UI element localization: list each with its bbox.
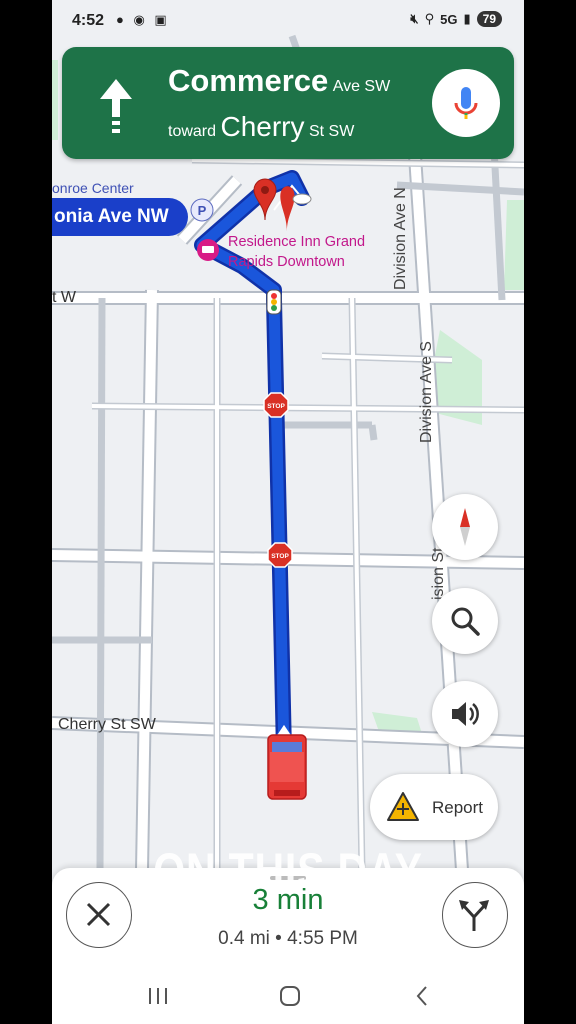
parking-label: P [198, 203, 207, 218]
stop-sign-label: STOP [271, 553, 289, 560]
status-bar: 4:52 ● ◉ ▣ 🔇︎ ⚲ 5G ▮ 79 [52, 0, 524, 44]
hotel-label[interactable]: Residence Inn Grand Rapids Downtown [228, 232, 365, 272]
sound-button[interactable] [432, 681, 498, 747]
search-icon [451, 607, 480, 636]
next-street-name: Commerce [168, 63, 329, 98]
straight-arrow-icon [100, 79, 132, 133]
status-time: 4:52 [72, 12, 105, 29]
notification-icons: ● ◉ ▣ [116, 12, 170, 27]
stop-sign-label: STOP [267, 403, 285, 410]
battery-indicator: 79 [476, 11, 502, 27]
instruction-secondary: toward Cherry St SW [168, 111, 354, 143]
overlay-date: Jul 25, 2025 [244, 916, 332, 933]
microphone-icon [454, 87, 478, 119]
stop-sign-icon: STOP [267, 542, 293, 568]
location-icon: ⚲ [424, 11, 435, 26]
parking-icon[interactable]: P [190, 198, 214, 222]
current-street-pill: onia Ave NW [52, 198, 188, 236]
report-label: Report [432, 798, 484, 817]
division-ave-s-label: Division Ave S [418, 341, 435, 443]
mute-icon: 🔇︎ [410, 11, 419, 26]
toward-street-name: Cherry [220, 111, 305, 142]
cherry-street-label: Cherry St SW [58, 716, 156, 733]
home-icon[interactable] [270, 982, 310, 1010]
compass-icon [460, 508, 470, 546]
report-incident-icon [387, 792, 419, 821]
phone-screen: STOP STOP P onroe Center onia Ave NW Res… [52, 0, 524, 1024]
back-icon[interactable] [402, 982, 442, 1010]
network-label: 5G [440, 11, 458, 27]
search-button[interactable] [432, 588, 498, 654]
stop-sign-icon: STOP [263, 392, 289, 418]
division-ave-n-label: Division Ave N [392, 187, 409, 290]
speaker-icon [452, 702, 479, 726]
overlay-title: ON THIS DAY [153, 843, 423, 899]
system-navigation-bar [52, 968, 524, 1024]
hotel-name-line2: Rapids Downtown [228, 254, 345, 270]
hotel-icon[interactable] [197, 239, 219, 261]
recent-apps-icon[interactable] [138, 982, 178, 1010]
status-right: 🔇︎ ⚲ 5G ▮ 79 [410, 11, 502, 27]
compass-button[interactable] [432, 494, 498, 560]
left-street-label: t W [52, 289, 76, 306]
traffic-light-icon [266, 289, 282, 315]
navigation-banner[interactable]: Commerce Ave SW toward Cherry St SW [62, 47, 514, 159]
toward-street-suffix: St SW [308, 123, 355, 140]
hotel-name-line1: Residence Inn Grand [228, 234, 366, 250]
toward-label: toward [168, 123, 217, 140]
report-button[interactable]: Report [370, 774, 498, 840]
next-street-suffix: Ave SW [332, 78, 391, 95]
monroe-center-label: onroe Center [52, 180, 134, 196]
voice-search-button[interactable] [432, 69, 500, 137]
instruction-primary: Commerce Ave SW [168, 63, 390, 99]
vehicle-position-icon [267, 723, 307, 800]
signal-icon: ▮ [463, 11, 471, 26]
